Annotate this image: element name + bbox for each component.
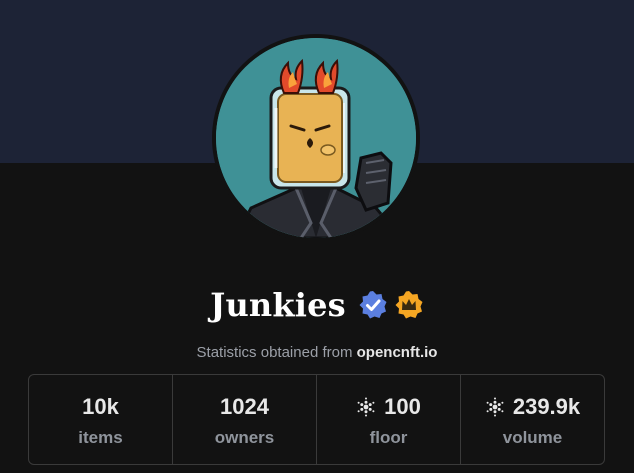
- stat-volume-value: 239.9k: [512, 393, 581, 419]
- stats-source-prefix: Statistics obtained from: [196, 344, 353, 361]
- stat-volume-label: volume: [502, 427, 563, 447]
- stat-floor: 100 floor: [317, 375, 461, 464]
- cardano-icon: [356, 397, 376, 417]
- stat-items-value: 10k: [82, 393, 119, 419]
- stats-panel: 10k items 1024 owners 100 floor 239.9k v…: [28, 374, 605, 465]
- collection-avatar: [212, 34, 420, 242]
- stat-items: 10k items: [29, 375, 173, 464]
- stat-owners-label: owners: [214, 427, 275, 447]
- stat-owners: 1024 owners: [173, 375, 317, 464]
- stat-items-label: items: [78, 427, 123, 447]
- collection-name: Junkies: [210, 286, 346, 324]
- stats-source-link[interactable]: opencnft.io: [357, 344, 438, 361]
- stat-floor-label: floor: [369, 427, 408, 447]
- stat-owners-value: 1024: [220, 393, 269, 419]
- verified-badge-icon: [358, 290, 388, 320]
- avatar-illustration: [216, 38, 416, 238]
- stat-volume: 239.9k volume: [461, 375, 604, 464]
- collection-title-row: Junkies: [0, 280, 634, 330]
- cardano-icon: [485, 397, 505, 417]
- stat-floor-value: 100: [384, 393, 421, 419]
- stats-source-text: Statistics obtained from opencnft.io: [0, 344, 634, 361]
- crown-badge-icon: [394, 290, 424, 320]
